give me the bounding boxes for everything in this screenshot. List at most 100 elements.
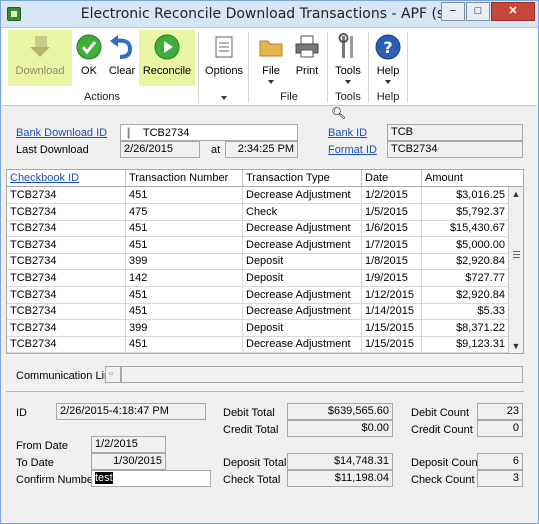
scroll-up-icon[interactable]: ▲ xyxy=(509,187,523,201)
to-date-value: 1/30/2015 xyxy=(91,453,166,470)
svg-text:?: ? xyxy=(383,38,392,57)
debit-count-value: 23 xyxy=(477,403,523,420)
bank-id-link[interactable]: Bank ID xyxy=(328,127,367,139)
undo-arrow-icon xyxy=(110,35,133,59)
at-label: at xyxy=(211,144,221,156)
bank-download-id-link[interactable]: Bank Download ID xyxy=(16,127,107,139)
group-label-actions: Actions xyxy=(83,91,121,103)
last-download-date: 2/26/2015 xyxy=(120,141,200,158)
debit-count-label: Debit Count xyxy=(411,407,470,419)
table-row[interactable]: TCB2734 451 Decrease Adjustment 1/15/2015 $9… xyxy=(7,336,509,354)
table-cell: TCB2734 xyxy=(7,303,126,321)
download-label: Download xyxy=(15,65,65,77)
table-row[interactable]: TCB2734 399 Deposit 1/8/2015 $2,920.84 xyxy=(7,253,509,271)
id-label: ID xyxy=(16,407,27,419)
confirm-number-field[interactable]: test xyxy=(91,470,211,487)
options-icon xyxy=(215,36,233,58)
minimize-button[interactable]: − xyxy=(441,2,465,21)
table-cell: 1/5/2015 xyxy=(362,203,422,221)
credit-total-label: Credit Total xyxy=(223,424,279,436)
group-separator xyxy=(407,32,408,102)
ok-button[interactable]: OK xyxy=(74,30,104,86)
options-label: Options xyxy=(205,65,243,77)
file-button[interactable]: File xyxy=(254,30,288,86)
vertical-scrollbar[interactable]: ▲ ▼ xyxy=(508,187,523,353)
column-header-transaction-number[interactable]: Transaction Number xyxy=(126,170,243,187)
check-count-value: 3 xyxy=(477,470,523,487)
chevron-down-icon xyxy=(385,80,391,84)
print-button[interactable]: Print xyxy=(290,30,324,86)
table-cell: TCB2734 xyxy=(7,203,126,221)
credit-count-value: 0 xyxy=(477,420,523,437)
column-header-checkbook-id[interactable]: Checkbook ID xyxy=(7,170,126,187)
table-cell: Decrease Adjustment xyxy=(243,336,362,354)
table-cell: 399 xyxy=(126,253,243,271)
table-row[interactable]: TCB2734 451 Decrease Adjustment 1/14/2015 $5… xyxy=(7,303,509,321)
checkmark-icon xyxy=(76,34,102,60)
table-cell: $3,016.25 xyxy=(422,187,509,204)
table-cell: 1/2/2015 xyxy=(362,187,422,204)
table-cell: TCB2734 xyxy=(7,336,126,354)
communication-link-button[interactable]: ▫ xyxy=(105,366,121,383)
table-cell: 451 xyxy=(126,336,243,354)
last-download-label: Last Download xyxy=(16,144,89,156)
column-header-amount[interactable]: Amount xyxy=(422,170,523,187)
table-row[interactable]: TCB2734 451 Decrease Adjustment 1/2/2015 $3,… xyxy=(7,187,509,204)
bank-download-id-field[interactable]: ❙ TCB2734 xyxy=(120,124,298,141)
table-cell: 142 xyxy=(126,270,243,287)
group-separator xyxy=(327,32,328,102)
id-value: 2/26/2015-4:18:47 PM xyxy=(56,403,206,420)
table-row[interactable]: TCB2734 451 Decrease Adjustment 1/12/2015 $2… xyxy=(7,286,509,304)
table-cell: 1/9/2015 xyxy=(362,270,422,287)
bank-download-id-value: TCB2734 xyxy=(142,127,190,139)
group-label-file: File xyxy=(280,91,298,103)
format-id-value: TCB2734 xyxy=(387,141,523,158)
help-button[interactable]: ? Help xyxy=(371,30,405,86)
file-label: File xyxy=(262,65,280,77)
check-total-label: Check Total xyxy=(223,474,281,486)
lookup-icon: ❙ xyxy=(124,127,134,139)
table-row[interactable]: TCB2734 399 Deposit 1/15/2015 $8,371.22 xyxy=(7,319,509,337)
table-cell: TCB2734 xyxy=(7,220,126,238)
scroll-down-icon[interactable]: ▼ xyxy=(509,339,523,353)
table-cell: $5,000.00 xyxy=(422,236,509,254)
reconcile-label: Reconcile xyxy=(142,65,192,77)
table-cell: 451 xyxy=(126,303,243,321)
column-header-transaction-type[interactable]: Transaction Type xyxy=(243,170,362,187)
restore-button[interactable]: □ xyxy=(466,2,490,21)
table-cell: Deposit xyxy=(243,253,362,271)
table-cell: 1/8/2015 xyxy=(362,253,422,271)
tools-button[interactable]: Tools xyxy=(330,30,366,86)
table-cell: TCB2734 xyxy=(7,286,126,304)
table-cell: TCB2734 xyxy=(7,270,126,287)
table-cell: 1/12/2015 xyxy=(362,286,422,304)
ok-label: OK xyxy=(81,65,97,77)
chevron-down-icon xyxy=(268,80,274,84)
communication-link-field xyxy=(121,366,523,383)
table-cell: 1/15/2015 xyxy=(362,319,422,337)
table-cell: 475 xyxy=(126,203,243,221)
ribbon: Download OK Clear Reconcile Actions Opti… xyxy=(2,28,537,106)
window: Electronic Reconcile Download Transactio… xyxy=(0,0,539,524)
column-header-date[interactable]: Date xyxy=(362,170,422,187)
table-cell: Deposit xyxy=(243,270,362,287)
clear-button[interactable]: Clear xyxy=(106,30,138,86)
table-cell: 1/15/2015 xyxy=(362,336,422,354)
table-cell: 1/14/2015 xyxy=(362,303,422,321)
table-row[interactable]: TCB2734 142 Deposit 1/9/2015 $727.77 xyxy=(7,270,509,287)
help-label: Help xyxy=(376,65,400,77)
reconcile-button[interactable]: Reconcile xyxy=(139,30,195,86)
table-cell: $8,371.22 xyxy=(422,319,509,337)
table-cell: $5,792.37 xyxy=(422,203,509,221)
table-row[interactable]: TCB2734 451 Decrease Adjustment 1/7/2015 $5,… xyxy=(7,236,509,254)
deposit-total-label: Deposit Total xyxy=(223,457,287,469)
table-cell: Decrease Adjustment xyxy=(243,286,362,304)
options-button[interactable]: Options xyxy=(202,30,246,104)
transactions-grid[interactable]: Checkbook ID Transaction Number Transact… xyxy=(6,169,524,354)
table-row[interactable]: TCB2734 451 Decrease Adjustment 1/6/2015 $15… xyxy=(7,220,509,238)
scroll-grip-icon[interactable] xyxy=(513,251,520,258)
format-id-link[interactable]: Format ID xyxy=(328,144,377,156)
close-button[interactable]: ✕ xyxy=(491,2,535,21)
download-button[interactable]: Download xyxy=(8,30,72,86)
table-row[interactable]: TCB2734 475 Check 1/5/2015 $5,792.37 xyxy=(7,203,509,221)
